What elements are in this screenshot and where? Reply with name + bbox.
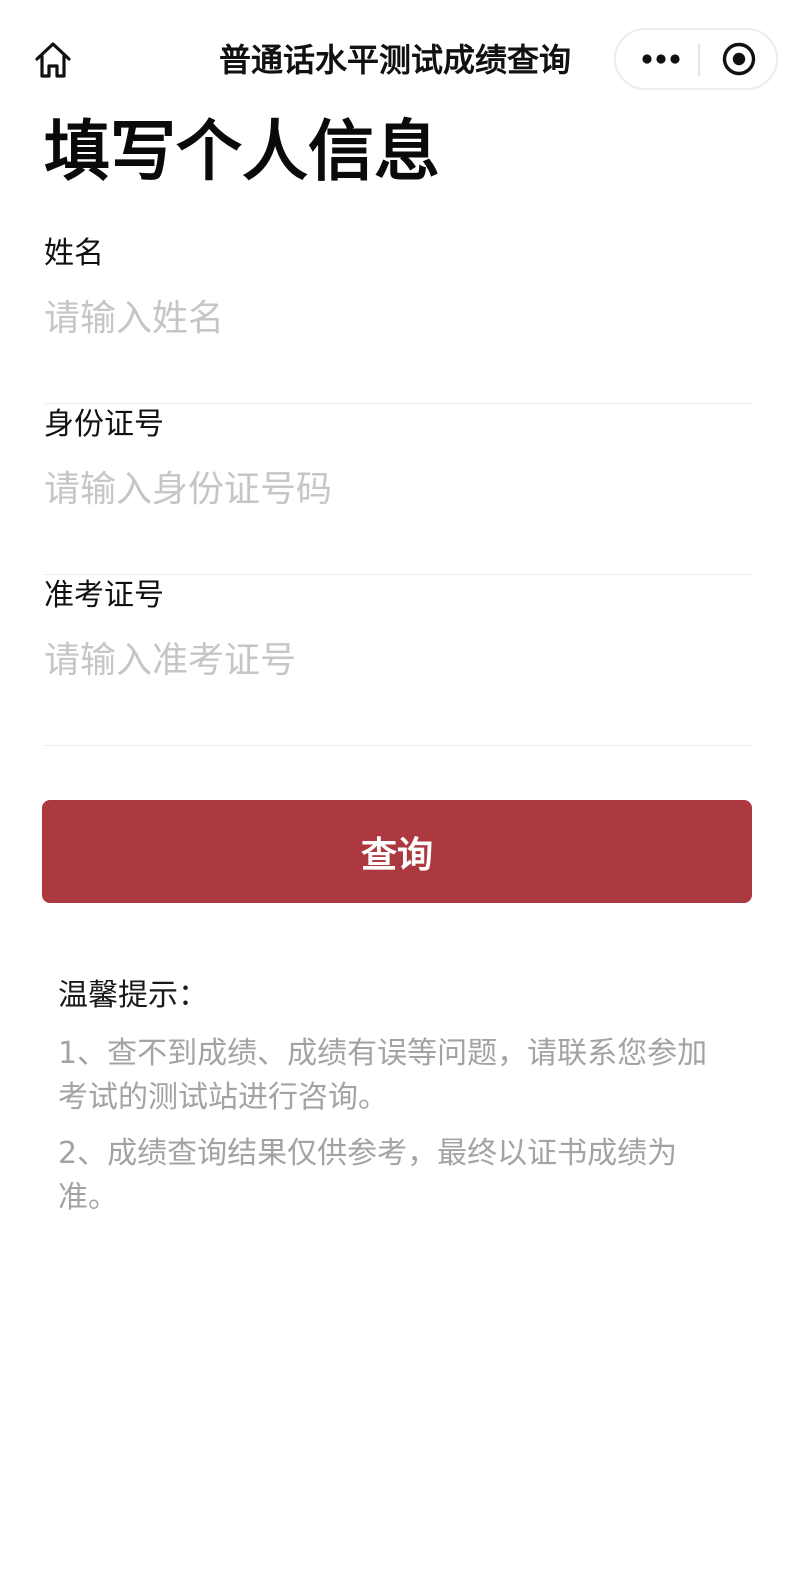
target-circle-icon <box>722 42 756 76</box>
name-input[interactable] <box>44 288 744 348</box>
navigation-bar: 普通话水平测试成绩查询 <box>0 0 800 118</box>
capsule-menu <box>614 28 778 90</box>
more-dots-icon <box>642 54 680 64</box>
home-icon <box>35 42 71 78</box>
admission-number-input[interactable] <box>44 630 744 690</box>
page-title: 填写个人信息 <box>44 113 440 190</box>
tips-item: 2、成绩查询结果仅供参考，最终以证书成绩为准。 <box>58 1136 678 1215</box>
more-button[interactable] <box>626 36 696 82</box>
admission-number-label: 准考证号 <box>44 578 164 613</box>
capsule-divider <box>698 44 700 76</box>
admission-number-field: 准考证号 <box>44 576 752 746</box>
tips-title: 温馨提示： <box>58 978 208 1013</box>
query-button[interactable]: 查询 <box>42 800 752 903</box>
id-number-field: 身份证号 <box>44 405 752 575</box>
home-button[interactable] <box>30 38 76 82</box>
name-label: 姓名 <box>44 236 104 271</box>
close-miniprogram-button[interactable] <box>710 36 768 82</box>
name-field: 姓名 <box>44 234 752 404</box>
id-number-input[interactable] <box>44 459 744 519</box>
tips-section: 温馨提示： 1、查不到成绩、成绩有误等问题，请联系您参加考试的测试站进行咨询。 … <box>58 974 728 1232</box>
tips-item: 1、查不到成绩、成绩有误等问题，请联系您参加考试的测试站进行咨询。 <box>58 1036 708 1115</box>
nav-title: 普通话水平测试成绩查询 <box>218 41 571 79</box>
id-number-label: 身份证号 <box>44 407 164 442</box>
